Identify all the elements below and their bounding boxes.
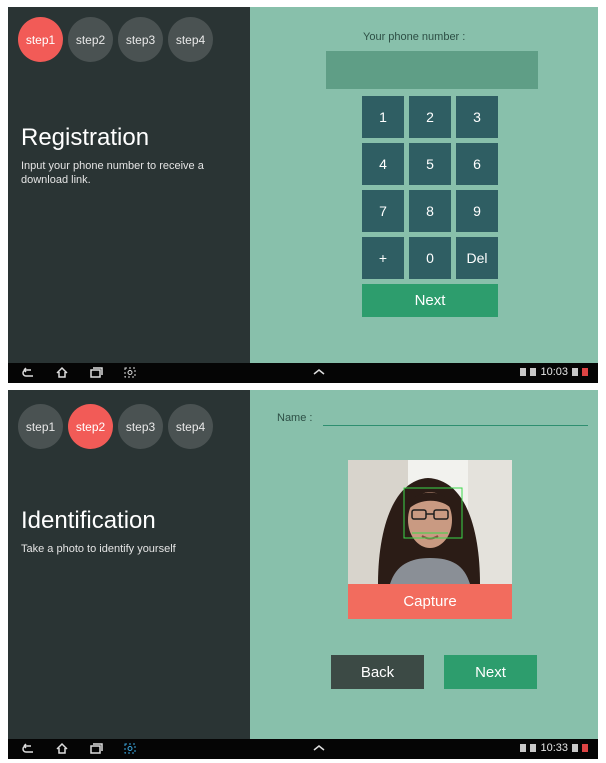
battery-icon	[582, 368, 588, 376]
step-1-indicator: step1	[18, 404, 63, 449]
step-3-indicator: step3	[118, 17, 163, 62]
screenshot-icon[interactable]	[123, 366, 137, 379]
chevron-up-icon[interactable]	[311, 366, 327, 378]
key-9[interactable]: 9	[456, 190, 498, 232]
phone-number-label: Your phone number :	[363, 31, 466, 43]
page-subtitle: Take a photo to identify yourself	[21, 543, 176, 555]
back-button[interactable]: Back	[331, 655, 424, 689]
key-delete[interactable]: Del	[456, 237, 498, 279]
step-2-indicator: step2	[68, 17, 113, 62]
battery-icon	[582, 744, 588, 752]
step-indicator: step1 step2 step3 step4	[18, 404, 213, 449]
key-1[interactable]: 1	[362, 96, 404, 138]
system-navigation-bar: 10:33	[8, 739, 598, 759]
home-icon[interactable]	[55, 366, 69, 379]
signal-icon	[572, 744, 578, 752]
wifi-icon	[530, 744, 537, 752]
key-2[interactable]: 2	[409, 96, 451, 138]
wifi-icon	[530, 368, 537, 376]
page-title: Registration	[21, 124, 150, 151]
recent-apps-icon[interactable]	[89, 366, 103, 379]
step-indicator: step1 step2 step3 step4	[18, 17, 213, 62]
notification-icon	[520, 744, 527, 752]
registration-screen: step1 step2 step3 step4 Registration Inp…	[8, 7, 598, 383]
recent-apps-icon[interactable]	[89, 742, 103, 755]
key-6[interactable]: 6	[456, 143, 498, 185]
step-3-indicator: step3	[118, 404, 163, 449]
key-7[interactable]: 7	[362, 190, 404, 232]
key-0[interactable]: 0	[409, 237, 451, 279]
camera-preview	[348, 460, 512, 584]
step-2-indicator: step2	[68, 404, 113, 449]
back-icon[interactable]	[21, 366, 35, 379]
clock: 10:33	[540, 742, 568, 754]
key-4[interactable]: 4	[362, 143, 404, 185]
key-5[interactable]: 5	[409, 143, 451, 185]
next-button[interactable]: Next	[444, 655, 537, 689]
identification-screen: step1 step2 step3 step4 Identification T…	[8, 390, 598, 759]
home-icon[interactable]	[55, 742, 69, 755]
page-title: Identification	[21, 507, 156, 534]
numeric-keypad: 1 2 3 4 5 6 7 8 9 + 0 Del	[362, 96, 498, 279]
next-button[interactable]: Next	[362, 284, 498, 317]
capture-button[interactable]: Capture	[348, 584, 512, 619]
chevron-up-icon[interactable]	[311, 742, 327, 754]
identification-left-panel: step1 step2 step3 step4 Identification T…	[8, 390, 250, 759]
status-area: 10:03	[520, 366, 588, 378]
page-subtitle: Input your phone number to receive a dow…	[21, 160, 204, 186]
status-area: 10:33	[520, 742, 588, 754]
key-plus[interactable]: +	[362, 237, 404, 279]
clock: 10:03	[540, 366, 568, 378]
name-input[interactable]	[323, 409, 588, 426]
step-4-indicator: step4	[168, 404, 213, 449]
system-navigation-bar: 10:03	[8, 363, 598, 383]
camera-preview-icon	[348, 460, 512, 584]
key-3[interactable]: 3	[456, 96, 498, 138]
phone-number-field[interactable]	[326, 51, 538, 89]
step-4-indicator: step4	[168, 17, 213, 62]
notification-icon	[520, 368, 527, 376]
step-1-indicator: step1	[18, 17, 63, 62]
signal-icon	[572, 368, 578, 376]
name-label: Name :	[277, 412, 313, 424]
screenshot-icon[interactable]	[123, 742, 137, 755]
registration-left-panel: step1 step2 step3 step4 Registration Inp…	[8, 7, 250, 383]
key-8[interactable]: 8	[409, 190, 451, 232]
back-icon[interactable]	[21, 742, 35, 755]
